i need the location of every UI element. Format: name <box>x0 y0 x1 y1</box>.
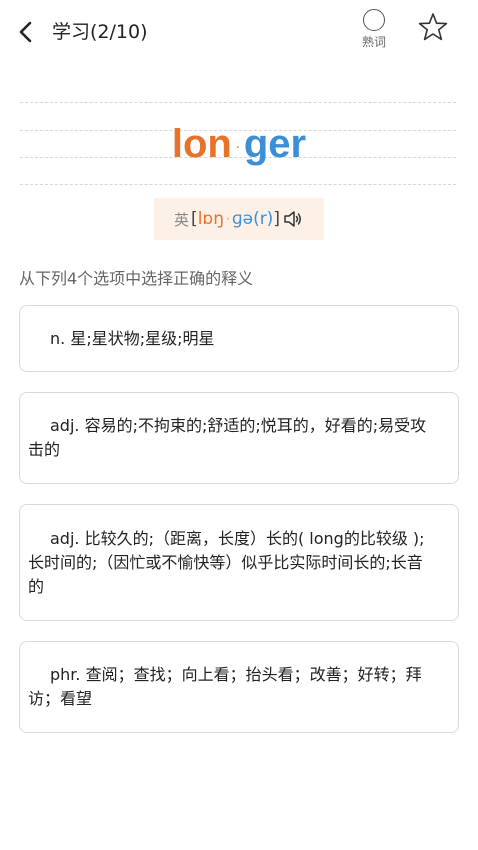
option-3[interactable]: adj. 比较久的;（距离，长度）长的( long的比较级 );长时间的;（因忙… <box>19 504 459 621</box>
header: 学习(2/10) 熟词 <box>0 0 478 66</box>
phonetic-lang: 英 <box>174 210 190 229</box>
word-syllable-1: lon <box>171 122 232 166</box>
syllable-separator: · <box>234 136 241 157</box>
guide-line <box>20 184 456 185</box>
option-text: n. 星;星状物;星级;明星 <box>50 328 215 348</box>
option-text: adj. 容易的;不拘束的;舒适的;悦耳的，好看的;易受攻击的 <box>28 416 427 459</box>
favorite-button[interactable] <box>417 11 449 43</box>
option-text: adj. 比较久的;（距离，长度）长的( long的比较级 );长时间的;（因忙… <box>28 528 425 596</box>
study-word: lon ·ger <box>0 115 478 175</box>
chevron-left-icon <box>19 21 32 43</box>
phonetic-syllable-1: lɒŋ <box>197 209 224 229</box>
familiar-word-button[interactable]: 熟词 <box>356 9 392 49</box>
guide-line <box>20 102 456 103</box>
speaker-icon <box>282 208 304 230</box>
phonetic-syllable-2: ɡə(r) <box>231 209 274 229</box>
phonetic-open-bracket: [ <box>191 209 198 229</box>
circle-icon <box>363 9 385 31</box>
word-syllable-2: ger <box>243 122 307 166</box>
option-4[interactable]: phr. 查阅；查找；向上看；抬头看；改善；好转；拜访；看望 <box>19 641 459 733</box>
phonetic-close-bracket: ] <box>273 209 280 229</box>
phonetic-separator: · <box>225 212 230 226</box>
phonetic-pronunciation-button[interactable]: 英 [ lɒŋ · ɡə(r) ] <box>154 198 324 240</box>
page-title: 学习(2/10) <box>52 21 148 43</box>
option-2[interactable]: adj. 容易的;不拘束的;舒适的;悦耳的，好看的;易受攻击的 <box>19 392 459 484</box>
star-outline-icon <box>418 13 448 41</box>
option-1[interactable]: n. 星;星状物;星级;明星 <box>19 305 459 372</box>
instruction-text: 从下列4个选项中选择正确的释义 <box>19 269 254 288</box>
option-text: phr. 查阅；查找；向上看；抬头看；改善；好转；拜访；看望 <box>28 665 422 708</box>
back-button[interactable] <box>14 18 38 46</box>
familiar-word-label: 熟词 <box>361 35 386 49</box>
